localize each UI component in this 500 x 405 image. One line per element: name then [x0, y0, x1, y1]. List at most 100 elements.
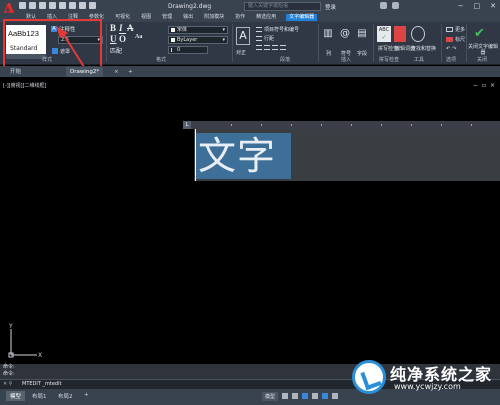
tab-view[interactable]: 视图 — [140, 14, 152, 21]
close-icon[interactable]: ✕ — [490, 2, 496, 10]
viewport-buttons: − ▫ × — [473, 82, 495, 89]
divider — [318, 24, 319, 62]
window-title: Drawing2.dwg — [168, 3, 212, 10]
svg-text:Y: Y — [8, 323, 13, 330]
symbol-icon[interactable]: @ — [339, 28, 351, 42]
underline-button[interactable]: U — [110, 34, 117, 44]
model-space-button[interactable]: 模型 — [262, 392, 279, 401]
save-icon[interactable] — [39, 2, 46, 9]
bold-button[interactable]: B — [110, 23, 116, 33]
layout-tab-1[interactable]: 布局1 — [28, 391, 51, 401]
tab-manage[interactable]: 管理 — [161, 14, 173, 21]
print-icon[interactable] — [59, 2, 66, 9]
tab-output[interactable]: 输出 — [182, 14, 194, 21]
ruler-icon — [446, 37, 453, 42]
tab-addins[interactable]: 附加模块 — [203, 14, 225, 21]
bullets-button[interactable]: 项目符号和编号 — [256, 26, 299, 33]
new-tab-icon[interactable]: + — [124, 67, 137, 77]
strikethrough-button[interactable]: A — [127, 23, 134, 33]
align-left-icon[interactable] — [256, 45, 262, 50]
lineweight-icon[interactable] — [332, 393, 338, 399]
find-replace-button[interactable]: 查找和替换 — [411, 45, 436, 52]
window-controls: − □ ✕ — [458, 2, 496, 10]
snap-icon[interactable] — [292, 393, 298, 399]
help-icon[interactable] — [392, 2, 399, 9]
close-text-editor-button[interactable]: 关闭文字编辑器 — [468, 44, 498, 56]
text-cursor — [195, 129, 196, 181]
layout-tab-2[interactable]: 布局2 — [54, 391, 77, 401]
text-ruler[interactable] — [183, 121, 500, 129]
watermark: 纯净系统之家 www.ycwjzy.com — [350, 358, 498, 402]
options-group-label: 选项 — [446, 57, 457, 63]
match-properties-button[interactable]: 匹配 — [110, 46, 122, 55]
line-spacing-button[interactable]: 行距 — [256, 35, 274, 42]
overline-button[interactable]: O — [119, 34, 126, 44]
checkmark-icon[interactable]: ✔ — [474, 26, 485, 41]
columns-icon[interactable]: ▥ — [322, 28, 334, 42]
layout-tab-model[interactable]: 模型 — [6, 391, 26, 401]
change-case-button[interactable]: Aa — [135, 34, 142, 40]
maximize-icon[interactable]: □ — [474, 2, 481, 10]
ruler-toggle[interactable]: 标尺 — [446, 36, 465, 43]
tab-start[interactable]: 开始 — [6, 67, 25, 77]
drawing-canvas[interactable]: [-][俯视][二维线框] − ▫ × L 文字 Y X — [0, 77, 500, 364]
color-select[interactable]: ByLayer ▾ — [168, 36, 228, 44]
more-options-button[interactable]: 更多 — [446, 26, 465, 33]
format-group-label: 格式 — [156, 57, 167, 63]
alignment-buttons[interactable] — [256, 45, 288, 51]
redo-icon[interactable]: ↷ — [452, 46, 456, 52]
find-replace-icon[interactable] — [411, 26, 425, 42]
add-layout-icon[interactable]: + — [80, 391, 93, 399]
undo-icon[interactable]: ↶ — [446, 46, 450, 52]
tab-stop-icon[interactable]: L — [183, 121, 191, 129]
divider — [466, 24, 467, 62]
redo-icon[interactable] — [79, 2, 86, 9]
columns-button[interactable]: 列 — [326, 50, 331, 57]
align-center-icon[interactable] — [264, 45, 270, 50]
list-icon — [256, 27, 262, 32]
ortho-icon[interactable] — [302, 393, 308, 399]
osnap-icon[interactable] — [322, 393, 328, 399]
spell-check-icon[interactable]: ABC ✓ — [377, 26, 391, 42]
polar-icon[interactable] — [312, 393, 318, 399]
italic-button[interactable]: I — [119, 23, 123, 33]
command-text: MTEDIT _mtedit — [22, 381, 62, 387]
font-select[interactable]: 宋体 ▾ — [168, 26, 228, 34]
share-icon[interactable] — [89, 2, 96, 9]
dictionary-icon[interactable] — [394, 26, 406, 42]
insert-group-label: 插入 — [341, 57, 352, 63]
tab-visualize[interactable]: 可视化 — [114, 14, 131, 21]
tab-featured-apps[interactable]: 精选应用 — [255, 14, 277, 21]
undo-redo-buttons[interactable]: ↶ ↷ — [446, 46, 456, 52]
signin-button[interactable]: 登录 — [325, 3, 336, 11]
viewport-controls[interactable]: [-][俯视][二维线框] — [3, 82, 47, 89]
saveas-icon[interactable] — [49, 2, 56, 9]
align-justify-icon[interactable] — [280, 45, 286, 50]
selected-text[interactable]: 文字 — [195, 133, 291, 179]
close-viewport-icon[interactable]: × — [490, 82, 495, 89]
tab-text-editor[interactable]: 文字编辑器 — [286, 14, 318, 21]
command-input[interactable] — [80, 381, 340, 388]
field-icon[interactable]: ▤ — [356, 28, 368, 42]
new-icon[interactable] — [19, 2, 26, 9]
align-right-icon[interactable] — [272, 45, 278, 50]
title-bar: A Drawing2.dwg 键入关键字或短语 登录 − □ ✕ — [0, 0, 500, 21]
oblique-angle-field[interactable]: 0 — [168, 46, 208, 54]
open-icon[interactable] — [29, 2, 36, 9]
close-command-icon[interactable]: ✕ ⚲ — [3, 381, 12, 387]
justify-button[interactable]: 对正 — [236, 49, 246, 56]
minimize-icon[interactable]: − — [458, 2, 464, 10]
restore-viewport-icon[interactable]: ▫ — [482, 82, 486, 89]
grid-icon[interactable] — [282, 393, 288, 399]
close-tab-icon[interactable]: × — [110, 67, 123, 77]
tab-drawing2[interactable]: Drawing2* — [66, 67, 104, 77]
tab-collaborate[interactable]: 协作 — [234, 14, 246, 21]
field-button[interactable]: 字段 — [357, 50, 367, 57]
divider — [106, 24, 107, 62]
search-input[interactable]: 键入关键字或短语 — [244, 2, 321, 11]
justify-icon[interactable]: A — [236, 27, 250, 45]
minimize-viewport-icon[interactable]: − — [473, 82, 478, 89]
undo-icon[interactable] — [69, 2, 76, 9]
close-group-label: 关闭 — [477, 57, 488, 63]
cart-icon[interactable] — [380, 2, 387, 9]
